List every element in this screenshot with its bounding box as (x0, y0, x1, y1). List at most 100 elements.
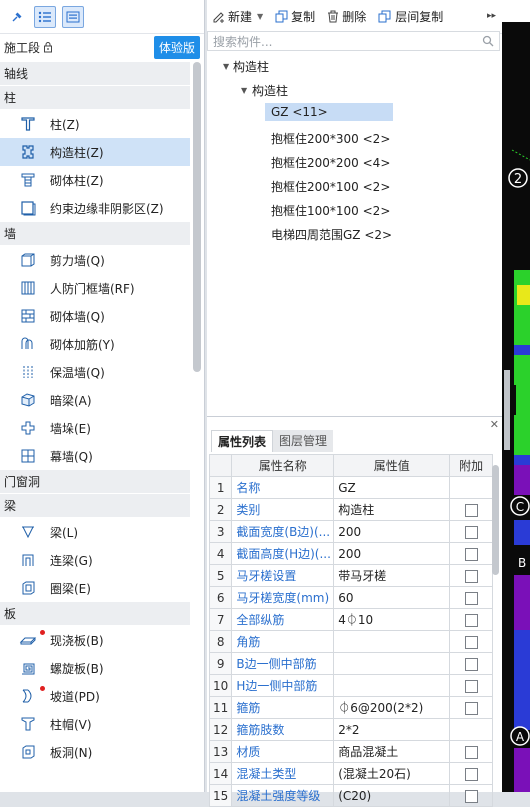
table-row[interactable]: 6 马牙槎宽度(mm) 60 (208, 586, 493, 609)
tree-item-shear-wall[interactable]: 剪力墙(Q) (0, 246, 190, 274)
component-item[interactable]: 抱框住200*200 <4> (271, 154, 390, 171)
table-row[interactable]: 15 混凝土强度等级 (C20) (208, 784, 493, 807)
table-row[interactable]: 7 全部纵筋 4⏀10 (208, 608, 493, 631)
lock-icon[interactable] (42, 41, 54, 53)
table-row[interactable]: 5 马牙槎设置 带马牙槎 (208, 564, 493, 587)
category-slab[interactable]: 板 (0, 602, 190, 626)
table-row[interactable]: 13 材质 商品混凝土 (208, 740, 493, 763)
table-row[interactable]: 9 B边一侧中部筋 (208, 652, 493, 675)
property-value[interactable]: 200 (333, 542, 451, 565)
detail-view-icon[interactable] (62, 5, 84, 28)
attach-checkbox[interactable] (464, 789, 478, 803)
close-icon[interactable]: ✕ (490, 418, 499, 431)
tree-item-ring-beam[interactable]: 圈梁(E) (0, 574, 190, 602)
category-wall[interactable]: 墙 (0, 222, 190, 246)
component-item[interactable]: 抱框住100*100 <2> (271, 202, 390, 219)
tab-layer-management[interactable]: 图层管理 (273, 430, 334, 452)
list-view-icon[interactable] (34, 5, 56, 28)
property-value[interactable]: 200 (333, 520, 451, 543)
tree-item-hidden-beam[interactable]: 暗梁(A) (0, 386, 190, 414)
attach-checkbox[interactable] (464, 635, 478, 649)
attach-checkbox[interactable] (464, 745, 478, 759)
trial-version-button[interactable]: 体验版 (153, 35, 200, 59)
property-value[interactable]: GZ (333, 476, 451, 499)
property-value[interactable]: 构造柱 (333, 498, 451, 521)
component-item[interactable]: 抱框住200*300 <2> (271, 130, 390, 147)
attach-checkbox[interactable] (464, 503, 478, 517)
tree-item-civil-defense-wall[interactable]: 人防门框墙(RF) (0, 274, 190, 302)
attach-checkbox[interactable] (464, 767, 478, 781)
component-item[interactable]: 电梯四周范围GZ <2> (271, 226, 392, 243)
attach-checkbox[interactable] (464, 547, 478, 561)
search-icon[interactable] (482, 35, 494, 47)
table-row[interactable]: 12 箍筋肢数 2*2 (208, 718, 493, 741)
dropdown-arrow-icon[interactable]: ▼ (257, 12, 263, 21)
attach-checkbox[interactable] (464, 591, 478, 605)
tree-item-coupling-beam[interactable]: 连梁(G) (0, 546, 190, 574)
property-value[interactable]: 60 (333, 586, 451, 609)
table-row[interactable]: 8 角筋 (208, 630, 493, 653)
tree-item-masonry-column[interactable]: 砌体柱(Z) (0, 166, 190, 194)
table-row[interactable]: 4 截面高度(H边)(... 200 (208, 542, 493, 565)
floor-copy-button[interactable]: 层间复制 (378, 8, 443, 25)
copy-button[interactable]: 复制 (275, 8, 315, 25)
tree-item-cast-slab[interactable]: 现浇板(B) (0, 626, 190, 654)
tree-item-masonry-wall[interactable]: 砌体墙(Q) (0, 302, 190, 330)
row-number: 10 (208, 674, 233, 697)
attach-checkbox[interactable] (464, 525, 478, 539)
delete-button[interactable]: 删除 (327, 8, 366, 25)
property-value[interactable]: (混凝土20石) (333, 762, 451, 785)
tree-item-column[interactable]: 柱(Z) (0, 110, 190, 138)
table-row[interactable]: 14 混凝土类型 (混凝土20石) (208, 762, 493, 785)
expand-caret-icon[interactable]: ▼ (223, 62, 229, 71)
left-scrollbar[interactable] (193, 62, 201, 372)
property-scrollbar[interactable] (492, 465, 499, 575)
property-value[interactable] (333, 652, 451, 675)
tree-item-beam[interactable]: 梁(L) (0, 518, 190, 546)
tree-item-masonry-reinforcement[interactable]: 砌体加筋(Y) (0, 330, 190, 358)
property-value[interactable]: 2*2 (333, 718, 451, 741)
tree-item-curtain-wall[interactable]: 幕墙(Q) (0, 442, 190, 470)
table-row[interactable]: 11 箍筋 ⏀6@200(2*2) (208, 696, 493, 719)
table-row[interactable]: 2 类别 构造柱 (208, 498, 493, 521)
table-row[interactable]: 10 H边一侧中部筋 (208, 674, 493, 697)
tree-item-insulation-wall[interactable]: 保温墙(Q) (0, 358, 190, 386)
tree-item-column-cap[interactable]: 柱帽(V) (0, 710, 190, 738)
tree-item-construction-column[interactable]: 构造柱(Z) (0, 138, 190, 166)
attach-checkbox[interactable] (464, 701, 478, 715)
property-value[interactable]: 4⏀10 (333, 608, 451, 631)
property-value[interactable]: 带马牙槎 (333, 564, 451, 587)
component-item[interactable]: 抱框住200*100 <2> (271, 178, 390, 195)
new-button[interactable]: 新建 ▼ (213, 8, 263, 25)
attach-checkbox[interactable] (464, 657, 478, 671)
property-value[interactable]: ⏀6@200(2*2) (333, 696, 451, 719)
category-beam[interactable]: 梁 (0, 494, 190, 518)
property-value[interactable]: (C20) (333, 784, 451, 807)
property-value[interactable] (333, 630, 451, 653)
attach-checkbox[interactable] (464, 613, 478, 627)
table-row[interactable]: 3 截面宽度(B边)(... 200 (208, 520, 493, 543)
property-value[interactable] (333, 674, 451, 697)
floor-copy-icon (378, 10, 391, 23)
table-row[interactable]: 1 名称 GZ (208, 476, 493, 499)
pin-icon[interactable] (6, 6, 28, 28)
tree-group-node[interactable]: 构造柱 (252, 82, 288, 99)
category-axis[interactable]: 轴线 (0, 62, 190, 86)
tree-root-node[interactable]: 构造柱 (233, 58, 269, 75)
attach-checkbox[interactable] (464, 679, 478, 693)
tree-item-wall-pier[interactable]: 墙垛(E) (0, 414, 190, 442)
drawing-canvas[interactable]: 2 C B A (502, 0, 530, 792)
attach-checkbox[interactable] (464, 569, 478, 583)
category-door-window[interactable]: 门窗洞 (0, 470, 190, 494)
category-column[interactable]: 柱 (0, 86, 190, 110)
tree-item-constraint-edge[interactable]: 约束边缘非阴影区(Z) (0, 194, 190, 222)
more-tools-icon[interactable]: ▸▸ (487, 11, 496, 21)
property-value[interactable]: 商品混凝土 (333, 740, 451, 763)
tree-item-ramp[interactable]: 坡道(PD) (0, 682, 190, 710)
tab-property-list[interactable]: 属性列表 (211, 430, 274, 452)
component-search-input[interactable]: 搜索构件... (207, 31, 500, 51)
tree-item-spiral-slab[interactable]: 螺旋板(B) (0, 654, 190, 682)
expand-caret-icon[interactable]: ▼ (241, 86, 247, 95)
tree-item-slab-hole[interactable]: 板洞(N) (0, 738, 190, 766)
component-item-selected[interactable]: GZ <11> (265, 103, 393, 121)
